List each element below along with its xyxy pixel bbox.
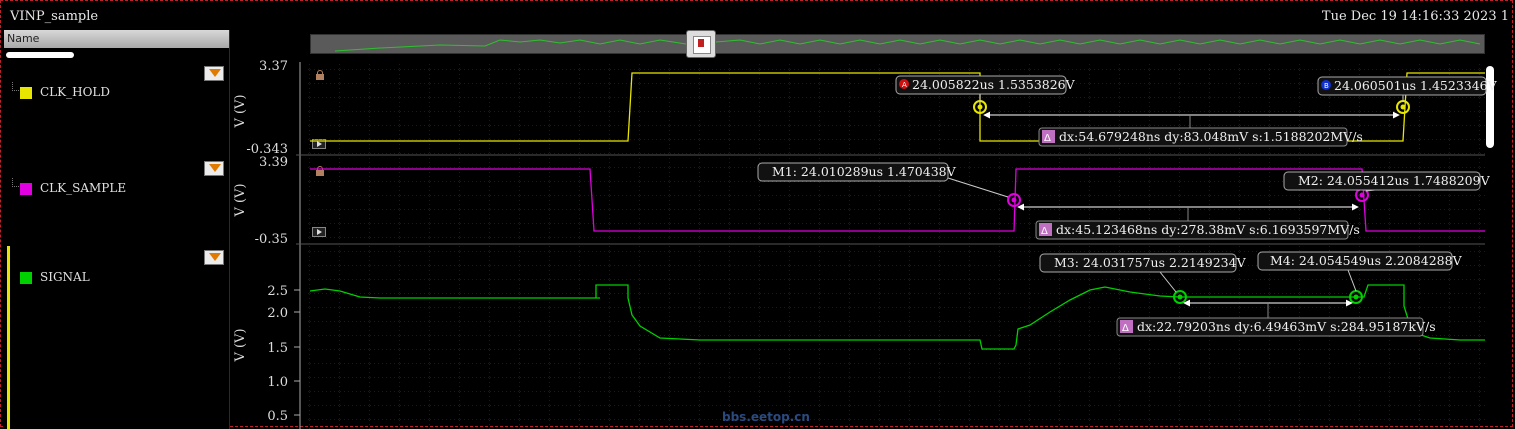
- tick-label: 1.0: [267, 375, 288, 390]
- y-axis-label: V (V): [233, 94, 248, 128]
- waveform-plots: V (V) V (V) V (V) 3.37 -0.343 3.39 -0.35…: [233, 39, 1498, 429]
- svg-text:dx:22.79203ns dy:6.49463mV s:2: dx:22.79203ns dy:6.49463mV s:284.95187kV…: [1137, 319, 1436, 334]
- svg-text:Δ: Δ: [1041, 226, 1048, 237]
- svg-text:Δ: Δ: [1044, 133, 1051, 144]
- svg-text:M4: 24.054549us 2.2084288V: M4: 24.054549us 2.2084288V: [1270, 253, 1463, 268]
- tick-label: 2.0: [267, 306, 288, 321]
- tick-label: 3.37: [259, 59, 288, 74]
- tick-label: 2.5: [267, 284, 288, 299]
- svg-text:M3: 24.031757us 2.2149234V: M3: 24.031757us 2.2149234V: [1054, 255, 1247, 270]
- cursor-label: 24.060501us 1.4523346V: [1334, 78, 1498, 93]
- y-axis-label: V (V): [233, 183, 248, 217]
- delta-label[interactable]: Δ dx:22.79203ns dy:6.49463mV s:284.95187…: [1116, 317, 1436, 337]
- tick-label: 1.5: [267, 341, 288, 356]
- cursor-id: A: [902, 81, 907, 89]
- plot-area-signal[interactable]: [305, 246, 1485, 429]
- svg-text:dx:45.123468ns dy:278.38mV s:6: dx:45.123468ns dy:278.38mV s:6.1693597MV…: [1056, 222, 1360, 237]
- delta-label[interactable]: Δ dx:54.679248ns dy:83.048mV s:1.5188202…: [1038, 127, 1363, 147]
- y-axis-label: V (V): [233, 328, 248, 362]
- watermark: bbs.eetop.cn: [722, 410, 810, 424]
- cursor-id: B: [1324, 82, 1329, 90]
- svg-text:M1: 24.010289us 1.470438V: M1: 24.010289us 1.470438V: [772, 164, 957, 179]
- tick-label: 0.5: [267, 409, 288, 424]
- tick-label: -0.35: [255, 232, 288, 247]
- delta-label[interactable]: Δ dx:45.123468ns dy:278.38mV s:6.1693597…: [1035, 220, 1360, 240]
- overview-wave: [334, 39, 1481, 52]
- svg-text:dx:54.679248ns dy:83.048mV s:1: dx:54.679248ns dy:83.048mV s:1.5188202MV…: [1059, 129, 1363, 144]
- svg-text:M2: 24.055412us 1.7488209V: M2: 24.055412us 1.7488209V: [1298, 173, 1491, 188]
- svg-text:Δ: Δ: [1122, 323, 1129, 334]
- cursor-label: 24.005822us 1.5353826V: [912, 77, 1076, 92]
- tick-label: 3.39: [259, 155, 288, 170]
